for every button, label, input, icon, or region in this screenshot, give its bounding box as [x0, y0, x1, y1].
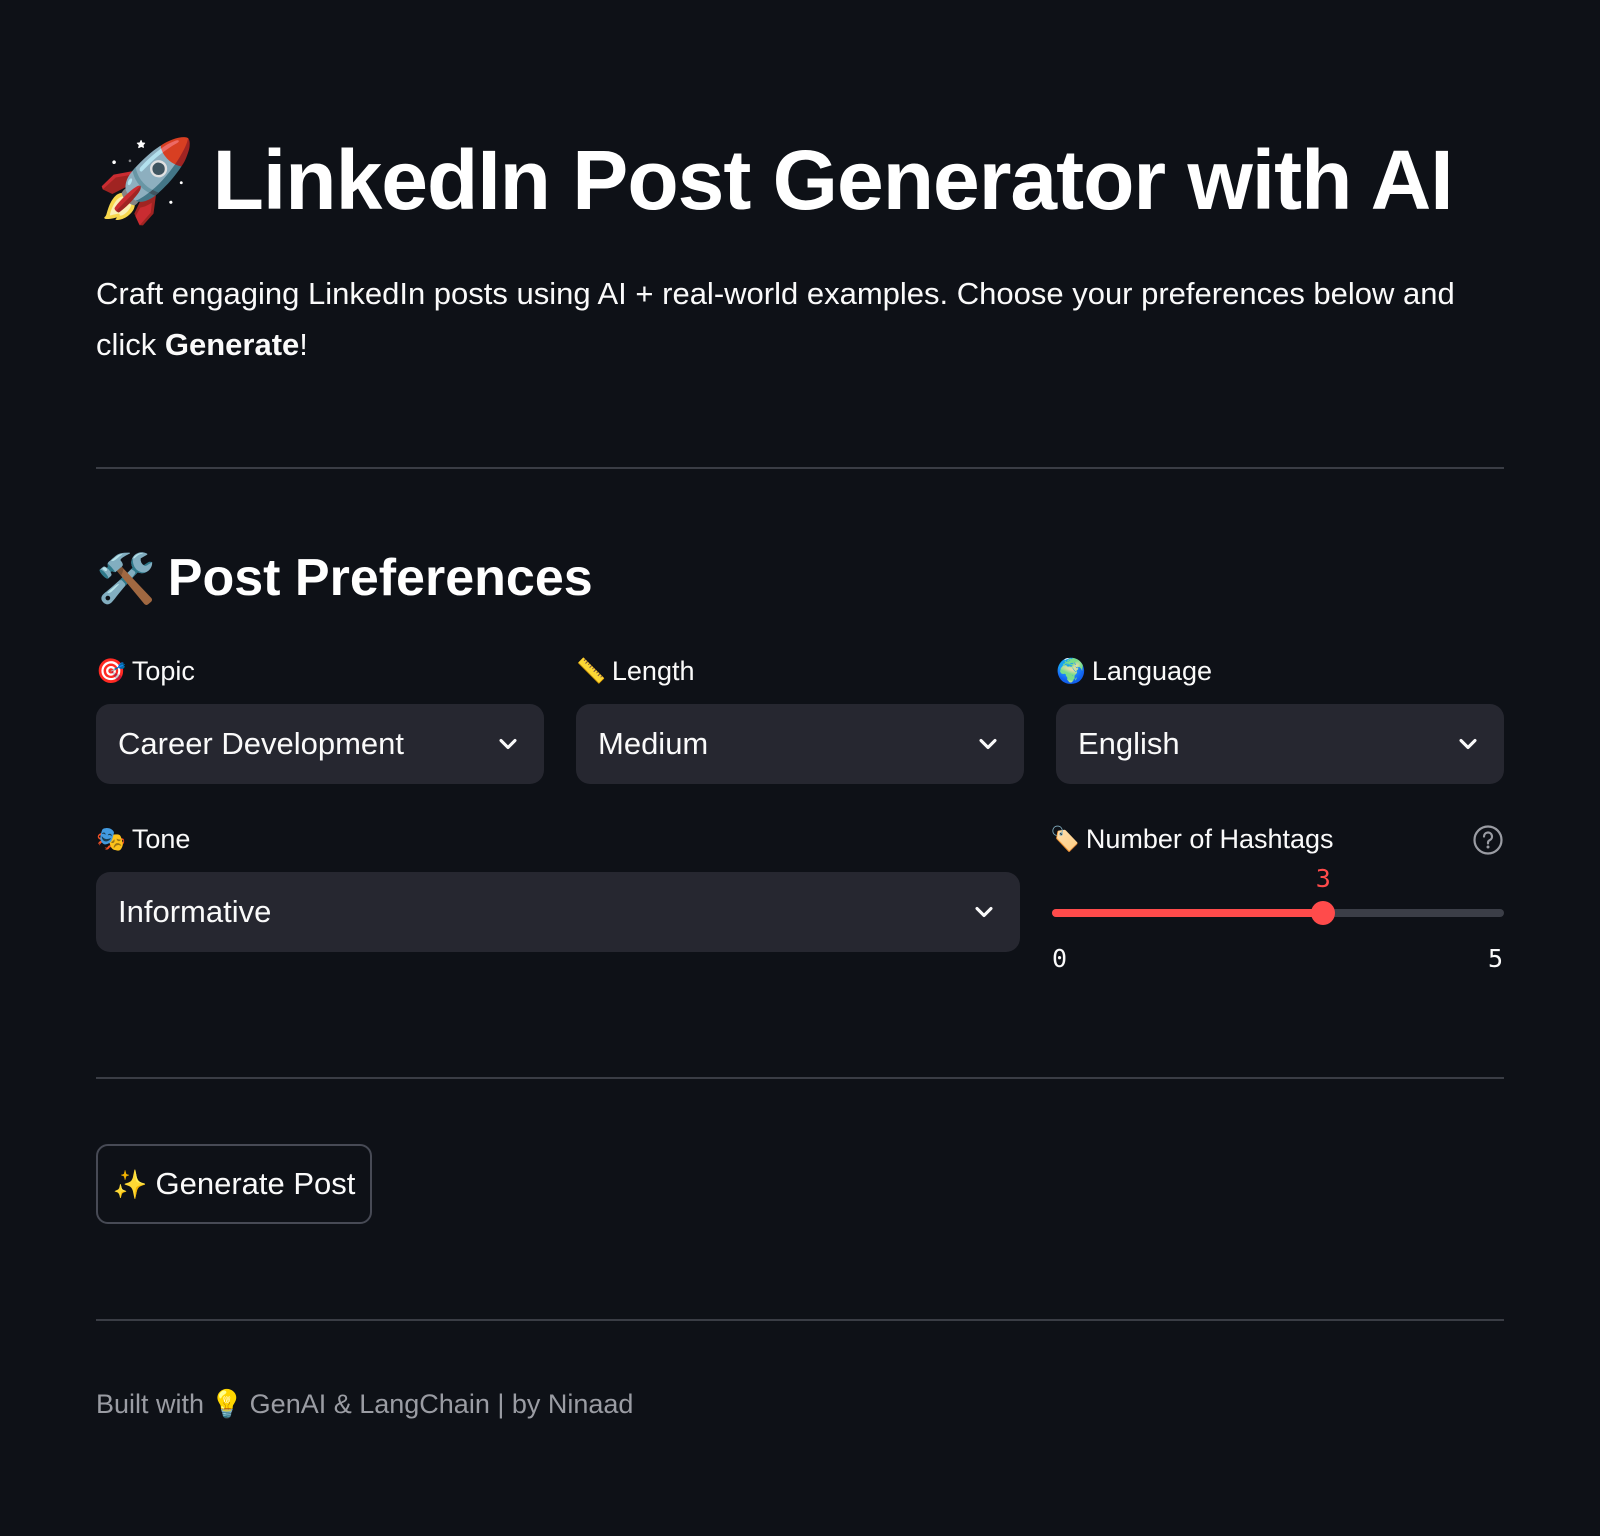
language-label-text: Language — [1091, 656, 1213, 686]
intro-bold: Generate — [164, 327, 300, 362]
rocket-icon: 🚀 — [96, 135, 196, 225]
help-icon[interactable] — [1472, 824, 1504, 856]
tone-select-value: Informative — [118, 894, 272, 929]
length-select-value: Medium — [598, 726, 709, 761]
generate-post-label: Generate Post — [155, 1166, 356, 1201]
hashtags-slider[interactable] — [1052, 901, 1504, 925]
globe-icon: 🌍 — [1056, 658, 1086, 685]
topic-label-text: Topic — [131, 656, 195, 686]
length-select[interactable]: Medium — [576, 704, 1024, 784]
page-title-text: LinkedIn Post Generator with AI — [212, 133, 1454, 227]
slider-max-label: 5 — [1488, 944, 1504, 973]
slider-fill — [1052, 909, 1324, 917]
generate-post-button[interactable]: ✨ Generate Post — [96, 1144, 372, 1224]
footer-prefix: Built with — [96, 1388, 205, 1419]
target-icon: 🎯 — [96, 658, 126, 685]
slider-thumb[interactable] — [1311, 901, 1336, 925]
app-page: 🚀 LinkedIn Post Generator with AI Craft … — [0, 0, 1600, 1536]
page-title: 🚀 LinkedIn Post Generator with AI — [96, 132, 1454, 229]
intro-suffix: ! — [299, 327, 308, 362]
chevron-down-icon — [499, 738, 517, 750]
chevron-down-icon — [975, 906, 993, 918]
language-select-value: English — [1078, 726, 1180, 761]
tone-select[interactable]: Informative — [96, 872, 1020, 952]
intro-text: Craft engaging LinkedIn posts using AI +… — [96, 268, 1516, 370]
divider-bottom — [96, 1319, 1504, 1321]
topic-select[interactable]: Career Development — [96, 704, 544, 784]
topic-label: 🎯 Topic — [96, 656, 195, 687]
topic-select-value: Career Development — [118, 726, 405, 761]
section-title: 🛠️ Post Preferences — [96, 548, 593, 608]
language-select[interactable]: English — [1056, 704, 1504, 784]
hashtags-label: 🏷️ Number of Hashtags — [1050, 824, 1334, 855]
section-title-text: Post Preferences — [167, 549, 593, 607]
theater-masks-icon: 🎭 — [96, 826, 126, 853]
hashtags-label-text: Number of Hashtags — [1085, 824, 1334, 854]
divider-top — [96, 467, 1504, 469]
lightbulb-icon: 💡 — [210, 1389, 244, 1419]
chevron-down-icon — [979, 738, 997, 750]
language-label: 🌍 Language — [1056, 656, 1212, 687]
footer-credit: Built with 💡 GenAI & LangChain | by Nina… — [96, 1388, 633, 1420]
label-tag-icon: 🏷️ — [1050, 826, 1080, 853]
divider-middle — [96, 1077, 1504, 1079]
tools-icon: 🛠️ — [96, 552, 156, 606]
slider-min-label: 0 — [1052, 944, 1068, 973]
chevron-down-icon — [1459, 738, 1477, 750]
sparkles-icon: ✨ — [112, 1168, 148, 1200]
footer-suffix: GenAI & LangChain | by Ninaad — [249, 1388, 634, 1419]
length-label: 📏 Length — [576, 656, 694, 687]
ruler-icon: 📏 — [576, 658, 606, 685]
tone-label: 🎭 Tone — [96, 824, 190, 855]
slider-current-value: 3 — [1315, 864, 1331, 893]
tone-label-text: Tone — [131, 824, 191, 854]
length-label-text: Length — [611, 656, 695, 686]
